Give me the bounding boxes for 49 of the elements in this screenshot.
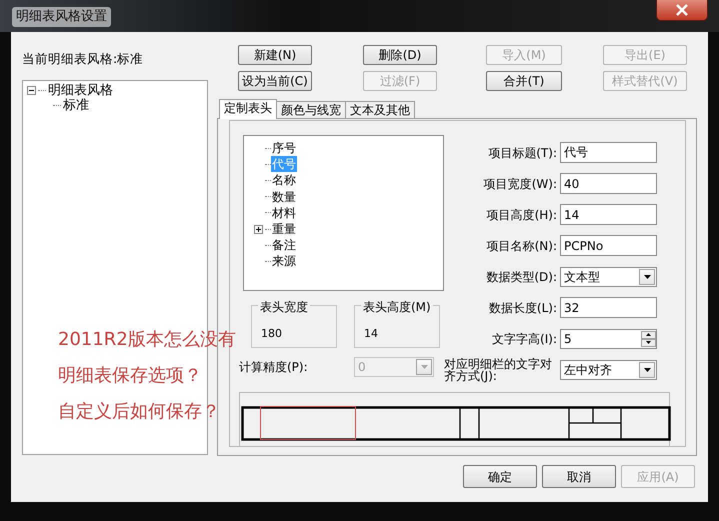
toolbar-button[interactable]: 删除(D): [363, 45, 437, 65]
close-button[interactable]: [656, 0, 708, 21]
window-title: 明细表风格设置: [12, 7, 111, 26]
field-label: 项目标题(T):: [487, 146, 558, 158]
tree-item[interactable]: 材料: [271, 204, 297, 221]
dropdown[interactable]: 左中对齐: [560, 360, 657, 380]
text-field[interactable]: PCPNo: [560, 235, 657, 256]
field-label: 文字字高(I):: [491, 332, 558, 344]
text-field[interactable]: 40: [560, 173, 657, 194]
field-label: 项目宽度(W):: [482, 178, 558, 190]
header-width-value: 180: [261, 327, 282, 340]
field-label: 对应明细栏的文字对齐方式(J):: [443, 358, 553, 382]
group-label: 表头宽度: [258, 298, 310, 316]
dialog-button[interactable]: 取消: [542, 465, 616, 488]
spin-arrows-icon: [641, 330, 656, 346]
text-field[interactable]: 14: [560, 204, 657, 225]
text-field[interactable]: 代号: [560, 142, 657, 163]
toolbar-button[interactable]: 合并(T): [486, 71, 562, 91]
header-height-value: 14: [364, 327, 378, 340]
tree-toggle-icon[interactable]: [27, 86, 36, 95]
current-style-label: 当前明细表风格:标准: [22, 50, 144, 68]
tree-item[interactable]: 来源: [271, 253, 297, 270]
tree-item[interactable]: 标准: [63, 98, 89, 113]
annotation-text: 自定义后如何保存？: [58, 400, 221, 424]
toolbar-button[interactable]: 新建(N): [238, 45, 312, 65]
field-label: 项目高度(H):: [486, 208, 558, 220]
field-label: 项目名称(N):: [486, 240, 558, 252]
annotation-text: 明细表保存选项？: [58, 364, 203, 388]
tree-item[interactable]: 序号: [271, 140, 297, 156]
tree-item[interactable]: 备注: [271, 237, 297, 254]
group-label: 表头高度(M): [361, 298, 433, 316]
tree-item[interactable]: 重量: [271, 221, 297, 238]
close-icon: [675, 4, 689, 16]
text-field[interactable]: 32: [560, 297, 657, 318]
spin-field[interactable]: 5: [560, 328, 657, 348]
dialog-button[interactable]: 确定: [463, 465, 537, 488]
field-label: 数据类型(D):: [485, 270, 558, 282]
annotation-text: 2011R2版本怎么没有: [58, 328, 236, 352]
tab[interactable]: 定制表头: [219, 99, 277, 119]
field-label: 数据长度(L):: [488, 302, 558, 314]
precision-label: 计算精度(P):: [239, 359, 309, 376]
tree-item[interactable]: 名称: [271, 172, 297, 188]
tree-toggle-icon[interactable]: [254, 224, 263, 234]
toolbar-button[interactable]: 设为当前(C): [238, 71, 312, 91]
dropdown[interactable]: 文本型: [560, 266, 657, 286]
tab[interactable]: 颜色与线宽: [276, 101, 346, 119]
tab[interactable]: 文本及其他: [345, 101, 415, 119]
tree-item[interactable]: 数量: [271, 188, 297, 205]
tree-item[interactable]: 明细表风格: [48, 83, 113, 98]
